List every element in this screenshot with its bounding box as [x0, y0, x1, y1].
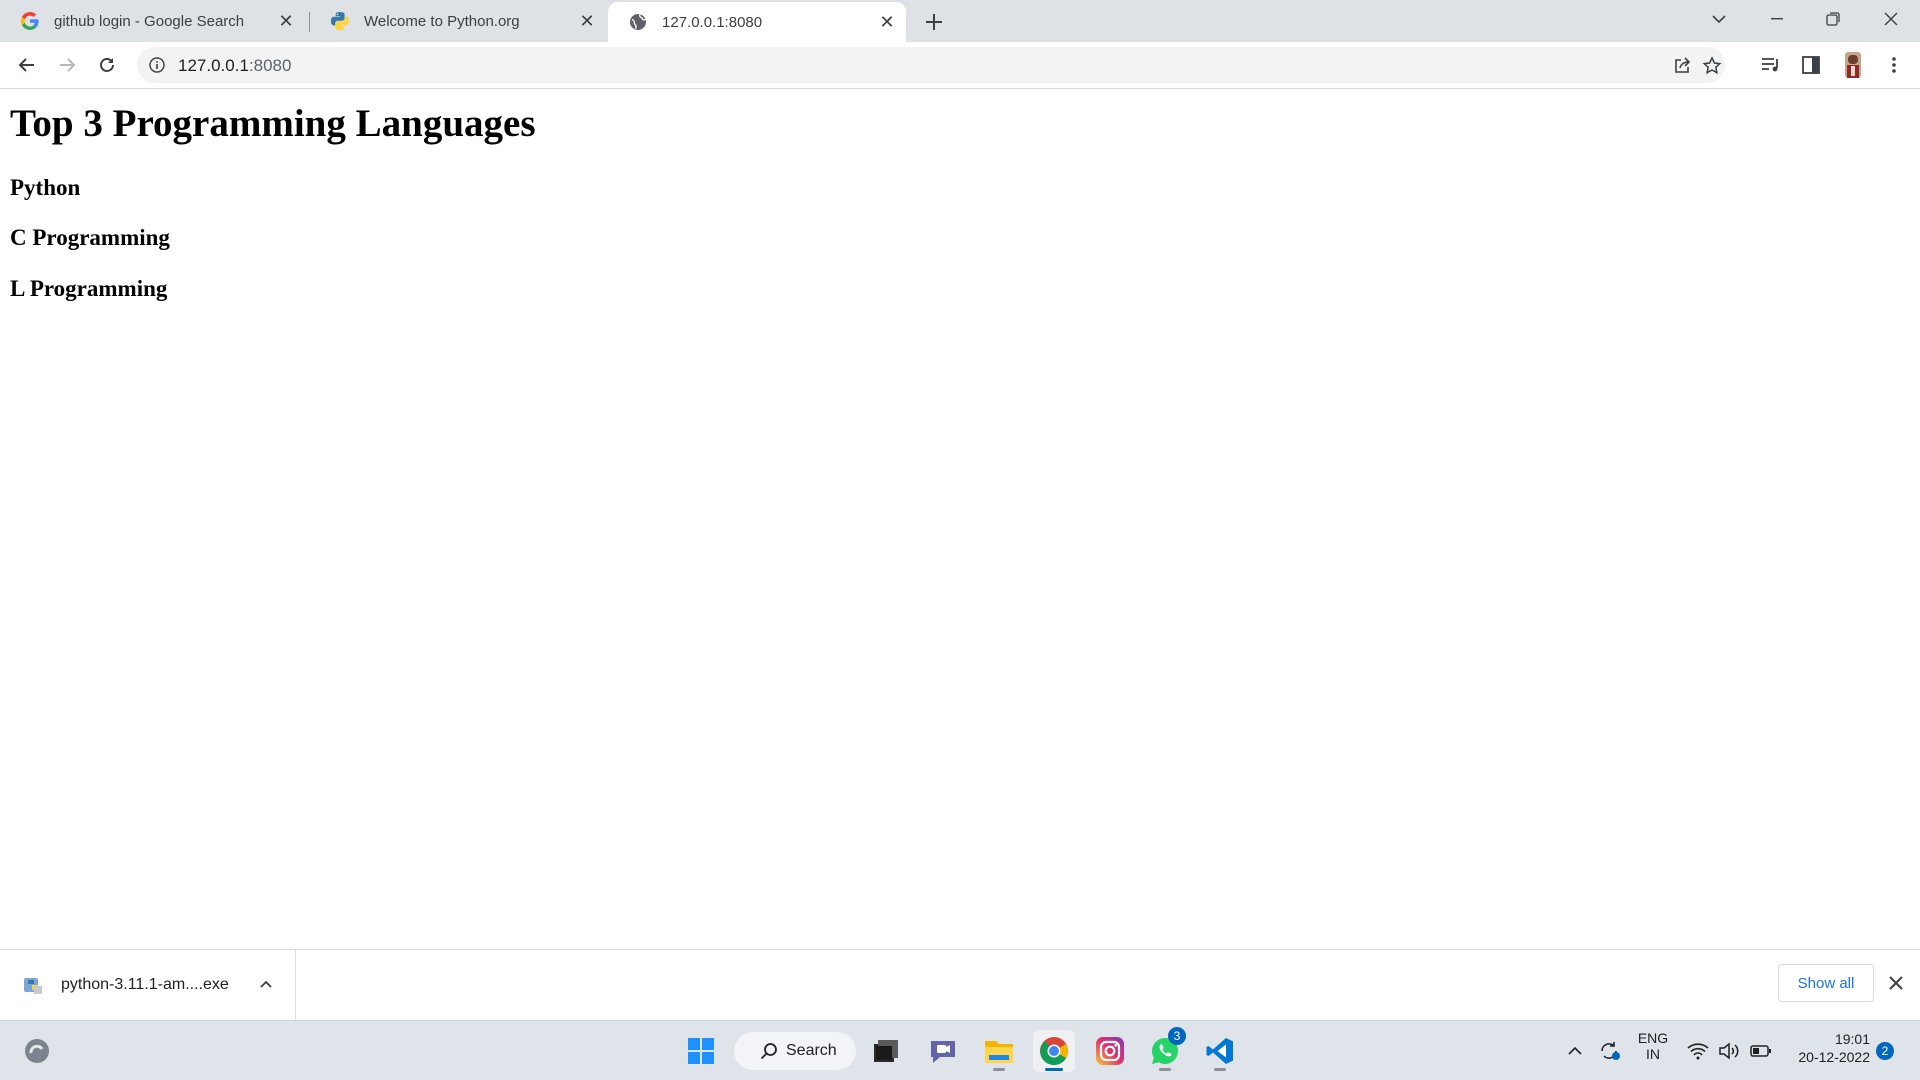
google-g-icon — [20, 11, 40, 31]
taskbar-search-box[interactable]: Search — [734, 1032, 856, 1070]
whatsapp-icon[interactable]: 3 — [1144, 1027, 1186, 1072]
tab-localhost[interactable]: 127.0.0.1:8080 ✕ — [608, 2, 906, 42]
tab-title: 127.0.0.1:8080 — [662, 13, 763, 31]
running-indicator — [1159, 1068, 1171, 1071]
region-code: IN — [1646, 1046, 1660, 1062]
back-button[interactable] — [10, 48, 44, 82]
teams-chat-icon[interactable] — [922, 1030, 964, 1072]
language-item-1: Python — [10, 175, 81, 200]
whatsapp-notification-badge: 3 — [1168, 1027, 1186, 1045]
browser-toolbar: 127.0.0.1:8080 — [0, 42, 1920, 89]
tab-title: github login - Google Search — [54, 12, 245, 30]
clock-time: 19:01 — [1834, 1031, 1870, 1047]
close-shelf-icon[interactable] — [1884, 971, 1908, 995]
url-text[interactable]: 127.0.0.1:8080 — [178, 56, 291, 76]
running-indicator — [1214, 1068, 1226, 1071]
wifi-icon[interactable] — [1680, 1030, 1716, 1072]
search-label: Search — [786, 1042, 837, 1059]
page-heading: Top 3 Programming Languages — [10, 102, 536, 145]
download-item[interactable]: python-3.11.1-am....exe — [0, 950, 296, 1021]
language-indicator[interactable]: ENG IN — [1628, 1030, 1678, 1062]
restore-button[interactable] — [1808, 0, 1858, 38]
windows-start-icon[interactable] — [680, 1030, 722, 1072]
minimize-button[interactable] — [1752, 0, 1802, 38]
clock-date: 20-12-2022 — [1798, 1049, 1870, 1065]
chrome-taskbar-icon[interactable] — [1033, 1030, 1075, 1072]
tab-close-icon[interactable]: ✕ — [876, 11, 898, 33]
running-indicator — [1045, 1068, 1063, 1071]
reading-list-icon[interactable] — [1758, 52, 1784, 78]
python-logo-icon — [330, 11, 350, 31]
download-shelf: python-3.11.1-am....exe Show all — [0, 949, 1920, 1021]
bookmark-star-icon[interactable] — [1701, 55, 1723, 77]
tab-title: Welcome to Python.org — [364, 12, 520, 30]
tab-google-search[interactable]: github login - Google Search ✕ — [0, 0, 305, 42]
sync-status-icon[interactable] — [1593, 1030, 1627, 1072]
vscode-icon[interactable] — [1199, 1030, 1241, 1072]
tab-close-icon[interactable]: ✕ — [576, 10, 598, 32]
language-item-3: L Programming — [10, 276, 168, 301]
chevron-up-icon[interactable] — [256, 974, 276, 994]
url-port: :8080 — [248, 56, 292, 75]
task-view-icon[interactable] — [865, 1030, 907, 1072]
browser-tab-strip: github login - Google Search ✕ Welcome t… — [0, 0, 1920, 42]
running-indicator — [993, 1068, 1005, 1071]
clock[interactable]: 19:01 20-12-2022 — [1786, 1031, 1870, 1065]
close-window-button[interactable] — [1866, 0, 1916, 38]
instagram-icon[interactable] — [1089, 1030, 1131, 1072]
battery-icon[interactable] — [1744, 1030, 1778, 1072]
reload-button[interactable] — [90, 48, 124, 82]
language-code: ENG — [1637, 1030, 1669, 1046]
notification-count-badge[interactable]: 2 — [1876, 1042, 1894, 1060]
side-panel-icon[interactable] — [1798, 52, 1824, 78]
weather-widget-icon[interactable] — [16, 1030, 58, 1072]
language-item-2: C Programming — [10, 225, 170, 250]
globe-icon — [628, 12, 648, 32]
search-icon — [760, 1042, 778, 1060]
show-all-downloads-button[interactable]: Show all — [1778, 964, 1874, 1002]
profile-avatar[interactable] — [1840, 52, 1866, 78]
share-icon[interactable] — [1671, 55, 1693, 77]
tab-search-dropdown-icon[interactable] — [1694, 0, 1744, 38]
site-info-icon[interactable] — [147, 55, 167, 75]
new-tab-button[interactable] — [920, 8, 948, 36]
chrome-menu-icon[interactable] — [1881, 52, 1907, 78]
volume-icon[interactable] — [1712, 1030, 1746, 1072]
address-bar[interactable]: 127.0.0.1:8080 — [137, 47, 1725, 83]
web-page-content: Top 3 Programming Languages Python C Pro… — [0, 89, 1920, 949]
tab-close-icon[interactable]: ✕ — [275, 10, 297, 32]
show-hidden-icons-chevron-icon[interactable] — [1560, 1030, 1590, 1072]
url-host: 127.0.0.1 — [178, 56, 249, 75]
windows-taskbar: Search 3 ENG IN 19:01 20-12-2022 2 — [0, 1020, 1920, 1080]
download-file-name: python-3.11.1-am....exe — [61, 976, 229, 993]
tab-python-org[interactable]: Welcome to Python.org ✕ — [310, 0, 606, 42]
python-installer-icon — [24, 978, 42, 994]
file-explorer-icon[interactable] — [978, 1030, 1020, 1072]
forward-button[interactable] — [50, 48, 84, 82]
